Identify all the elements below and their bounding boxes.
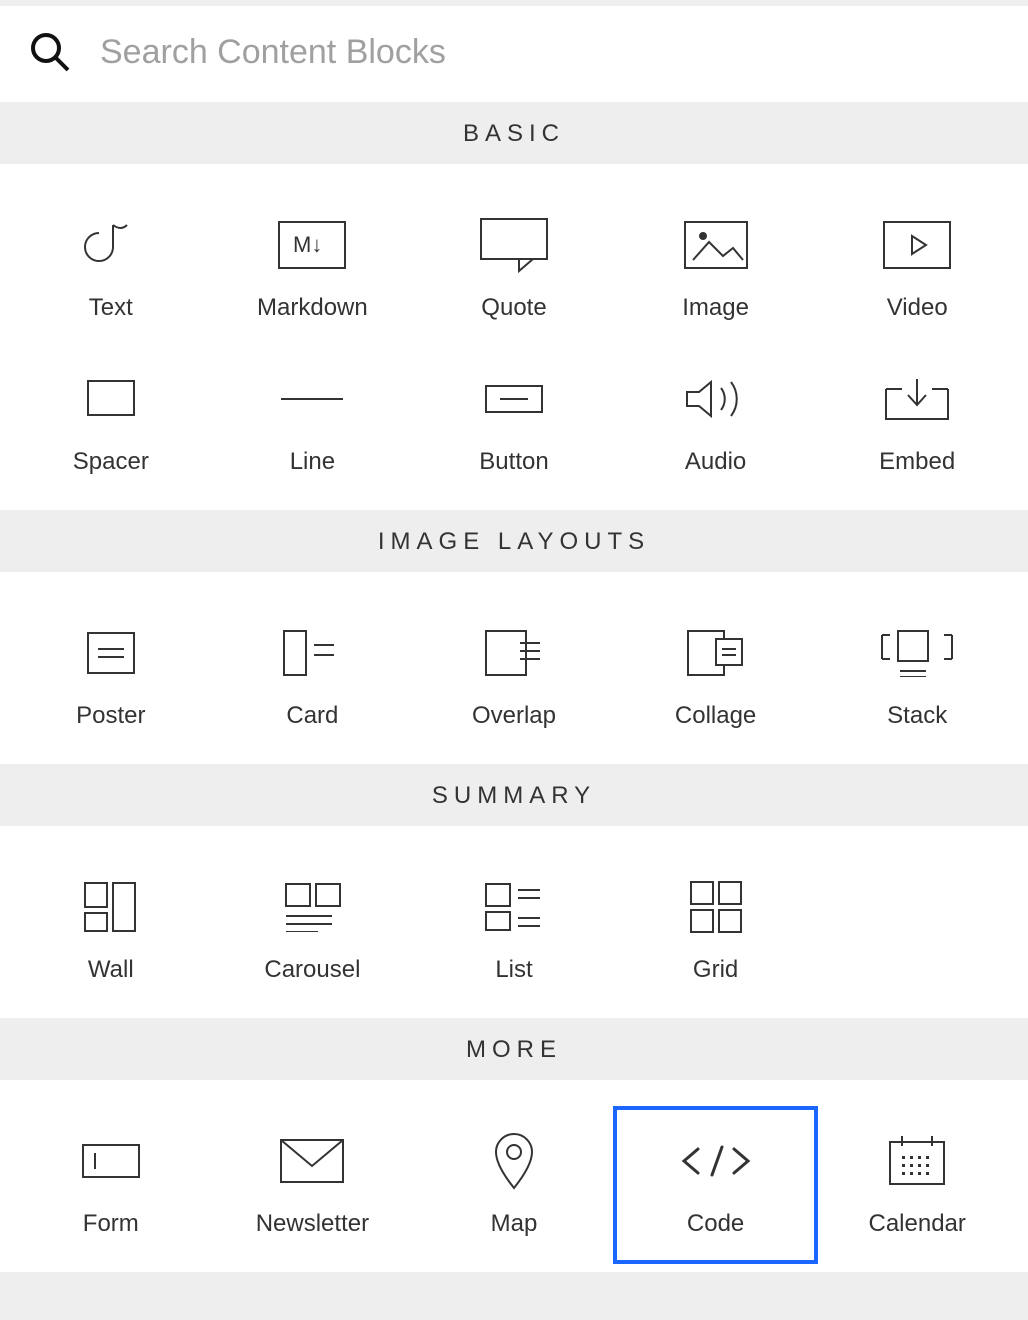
poster-icon	[86, 610, 136, 696]
quote-icon	[479, 202, 549, 288]
block-newsletter[interactable]: Newsletter	[212, 1108, 414, 1262]
block-grid: Poster Card Overlap Collage Stack	[0, 572, 1028, 764]
stack-icon	[880, 610, 954, 696]
newsletter-icon	[279, 1118, 345, 1204]
block-label: Stack	[887, 702, 947, 730]
block-card[interactable]: Card	[212, 600, 414, 754]
block-grid: Form Newsletter Map Code Calendar	[0, 1080, 1028, 1272]
block-label: Form	[83, 1210, 139, 1238]
block-label: Video	[887, 294, 948, 322]
block-label: Text	[89, 294, 133, 322]
block-overlap[interactable]: Overlap	[413, 600, 615, 754]
overlap-icon	[484, 610, 544, 696]
block-label: Carousel	[264, 956, 360, 984]
embed-icon	[884, 356, 950, 442]
block-collage[interactable]: Collage	[615, 600, 817, 754]
block-label: Poster	[76, 702, 145, 730]
block-label: Overlap	[472, 702, 556, 730]
line-icon	[277, 356, 347, 442]
video-icon	[882, 202, 952, 288]
search-bar	[0, 6, 1028, 102]
block-label: Audio	[685, 448, 746, 476]
wall-icon	[83, 864, 139, 950]
search-icon	[28, 30, 72, 74]
svg-text:M↓: M↓	[293, 232, 322, 257]
text-icon	[81, 202, 141, 288]
search-input[interactable]	[100, 33, 1000, 72]
block-grid: Text M↓ Markdown Quote Image Video Space…	[0, 164, 1028, 510]
block-label: Wall	[88, 956, 134, 984]
block-grid[interactable]: Grid	[615, 854, 817, 1008]
audio-icon	[681, 356, 751, 442]
block-label: Image	[682, 294, 749, 322]
block-code[interactable]: Code	[615, 1108, 817, 1262]
block-label: Code	[687, 1210, 744, 1238]
spacer-icon	[86, 356, 136, 442]
block-list[interactable]: List	[413, 854, 615, 1008]
block-label: Collage	[675, 702, 756, 730]
block-markdown[interactable]: M↓ Markdown	[212, 192, 414, 346]
form-icon	[81, 1118, 141, 1204]
block-audio[interactable]: Audio	[615, 346, 817, 500]
markdown-icon: M↓	[277, 202, 347, 288]
block-text[interactable]: Text	[10, 192, 212, 346]
block-label: List	[495, 956, 532, 984]
button-icon	[484, 356, 544, 442]
block-form[interactable]: Form	[10, 1108, 212, 1262]
block-label: Card	[286, 702, 338, 730]
block-carousel[interactable]: Carousel	[212, 854, 414, 1008]
block-label: Embed	[879, 448, 955, 476]
block-stack[interactable]: Stack	[816, 600, 1018, 754]
block-calendar[interactable]: Calendar	[816, 1108, 1018, 1262]
block-label: Button	[479, 448, 548, 476]
block-label: Line	[290, 448, 335, 476]
block-label: Quote	[481, 294, 546, 322]
image-icon	[683, 202, 749, 288]
block-wall[interactable]: Wall	[10, 854, 212, 1008]
block-button[interactable]: Button	[413, 346, 615, 500]
list-icon	[484, 864, 544, 950]
grid-icon	[689, 864, 743, 950]
block-poster[interactable]: Poster	[10, 600, 212, 754]
section-header: SUMMARY	[0, 764, 1028, 826]
calendar-icon	[888, 1118, 946, 1204]
block-video[interactable]: Video	[816, 192, 1018, 346]
block-label: Map	[491, 1210, 538, 1238]
block-label: Grid	[693, 956, 738, 984]
block-image[interactable]: Image	[615, 192, 817, 346]
code-icon	[676, 1118, 756, 1204]
section-header: BASIC	[0, 102, 1028, 164]
block-label: Calendar	[868, 1210, 965, 1238]
block-label: Markdown	[257, 294, 368, 322]
block-spacer[interactable]: Spacer	[10, 346, 212, 500]
section-header: MORE	[0, 1018, 1028, 1080]
section-header: IMAGE LAYOUTS	[0, 510, 1028, 572]
map-icon	[492, 1118, 536, 1204]
content-blocks-panel: BASIC Text M↓ Markdown Quote Image Video…	[0, 0, 1028, 1320]
block-grid: Wall Carousel List Grid	[0, 826, 1028, 1018]
collage-icon	[686, 610, 746, 696]
block-label: Newsletter	[256, 1210, 369, 1238]
block-embed[interactable]: Embed	[816, 346, 1018, 500]
block-quote[interactable]: Quote	[413, 192, 615, 346]
carousel-icon	[282, 864, 342, 950]
block-label: Spacer	[73, 448, 149, 476]
block-map[interactable]: Map	[413, 1108, 615, 1262]
card-icon	[282, 610, 342, 696]
block-line[interactable]: Line	[212, 346, 414, 500]
